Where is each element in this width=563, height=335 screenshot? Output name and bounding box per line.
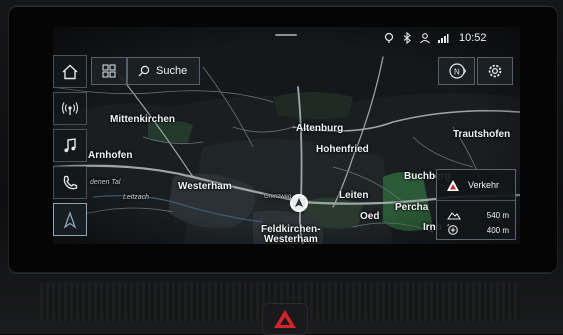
map-label: Percha [395,202,429,213]
home-button[interactable] [53,55,87,88]
radio-icon [61,101,79,115]
map-label: Leiten [339,190,369,201]
phone-icon [63,175,78,189]
search-icon [138,65,150,77]
navigation-icon [63,210,77,229]
zoom-icon [447,224,458,235]
zoom-scale-value: 400 m [486,225,509,235]
zoom-row[interactable]: 400 m [437,222,515,238]
music-button[interactable] [53,129,87,162]
map-label: Oed [360,211,380,222]
compass-label: N [454,68,460,77]
map-label: Trautshofen [453,129,511,140]
gear-icon [488,64,502,78]
navigation-button[interactable] [53,203,87,236]
music-icon [64,137,76,152]
map-label: Westerham [264,234,318,244]
traffic-info-panel[interactable]: Verkehr 540 m 400 m [436,169,516,240]
map-orientation-button[interactable]: N [438,57,475,85]
search-label: Suche [156,65,188,77]
bluetooth-icon [403,32,411,44]
pull-down-handle[interactable] [275,34,297,36]
clock: 10:52 [459,32,487,44]
traffic-label: Verkehr [468,180,500,190]
elevation-icon [447,212,461,220]
current-position-marker [290,194,308,212]
signal-icon [438,34,449,43]
phone-button[interactable] [53,166,87,199]
infotainment-screen: Mittenkirchen Altenburg Trautshofen Hohe… [53,27,520,244]
elevation-row: 540 m [437,207,515,223]
hazard-icon [274,310,296,328]
map-label: Mittenkirchen [110,114,176,125]
map-label: Grenzweg [264,194,292,200]
grid-menu-icon [102,64,116,78]
navigation-status-icon [384,32,394,43]
status-bar: 10:52 [383,31,487,45]
map-label: Westerham [178,181,232,192]
hazard-button[interactable] [262,303,308,335]
map-label: denen Tal [90,179,121,186]
compass-icon: N [448,63,466,79]
radio-button[interactable] [53,92,87,125]
settings-button[interactable] [477,57,513,85]
traffic-warning-icon [447,179,459,191]
map-label: Altenburg [296,123,344,134]
map-label: Hohenfried [316,144,369,155]
user-profile-icon [420,33,430,44]
home-icon [62,64,78,79]
menu-button[interactable] [91,57,127,85]
traffic-button[interactable]: Verkehr [437,170,515,201]
main-menu-bar [53,55,89,240]
map-label: Leitzach [123,194,150,201]
map-label: Arnhofen [88,150,133,161]
elevation-value: 540 m [486,210,509,220]
search-button[interactable]: Suche [127,57,200,85]
